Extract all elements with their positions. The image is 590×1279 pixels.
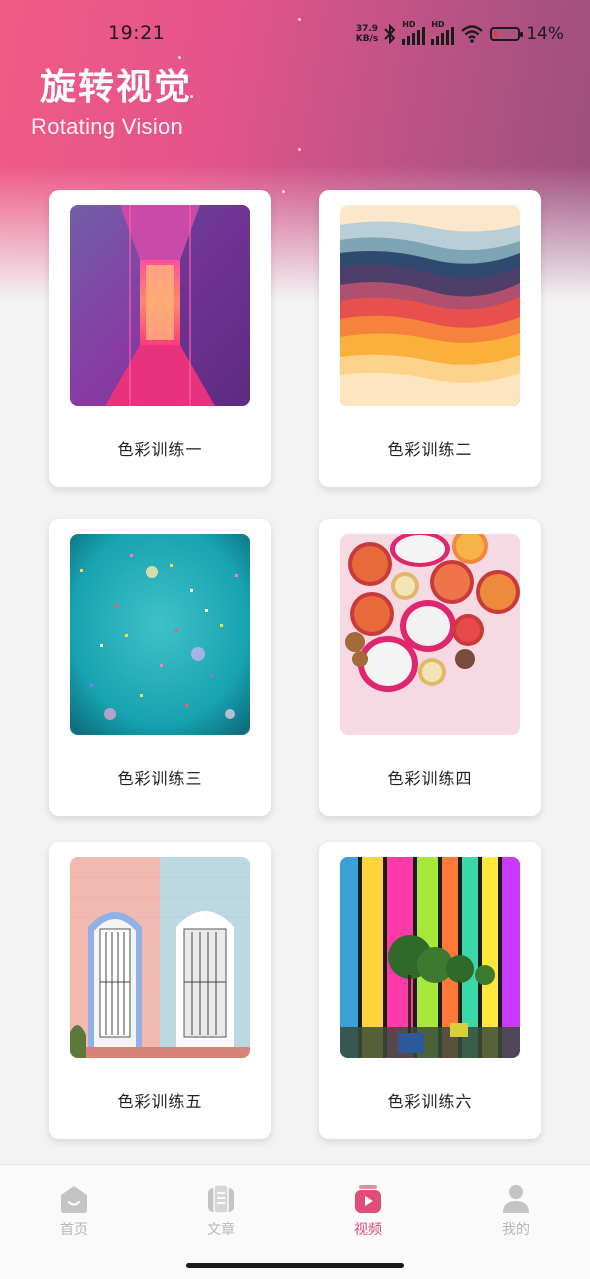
battery-level-fill bbox=[494, 31, 498, 37]
cellular-signal-2-icon: HD bbox=[431, 20, 455, 45]
sim2-hd-label: HD bbox=[431, 20, 445, 29]
thumbnail-layered-color-waves bbox=[340, 205, 520, 406]
card-label: 色彩训练二 bbox=[387, 440, 473, 459]
sim1-hd-label: HD bbox=[402, 20, 416, 29]
card-label: 色彩训练四 bbox=[387, 769, 473, 788]
tab-label: 文章 bbox=[207, 1222, 235, 1238]
card-color-training-1[interactable]: 色彩训练一 bbox=[49, 190, 271, 487]
sparkle bbox=[282, 190, 285, 193]
network-speed-unit: KB/s bbox=[355, 34, 379, 44]
thumbnail-pastel-doorways bbox=[70, 857, 250, 1058]
card-color-training-6[interactable]: 色彩训练六 bbox=[319, 842, 541, 1139]
cellular-signal-1-icon: HD bbox=[402, 20, 426, 45]
sparkle bbox=[298, 148, 301, 151]
battery-icon bbox=[490, 27, 524, 41]
card-label: 色彩训练三 bbox=[117, 769, 203, 788]
tab-label: 视频 bbox=[354, 1222, 382, 1238]
article-icon bbox=[208, 1184, 234, 1214]
battery-percent: 14% bbox=[526, 24, 564, 44]
card-label: 色彩训练一 bbox=[117, 440, 203, 459]
thumbnail-stained-glass-corridor bbox=[340, 857, 520, 1058]
tab-profile[interactable]: 我的 bbox=[476, 1183, 556, 1239]
status-icons: 37.9 KB/s HD HD 14% bbox=[356, 20, 564, 46]
tab-video[interactable]: 视频 bbox=[328, 1183, 408, 1239]
card-color-training-3[interactable]: 色彩训练三 bbox=[49, 519, 271, 816]
wifi-icon bbox=[461, 25, 484, 43]
status-time: 19:21 bbox=[108, 22, 166, 44]
card-color-training-5[interactable]: 色彩训练五 bbox=[49, 842, 271, 1139]
home-indicator[interactable] bbox=[186, 1263, 404, 1268]
network-speed-value: 37.9 bbox=[355, 24, 379, 34]
video-icon bbox=[355, 1185, 381, 1213]
card-label: 色彩训练六 bbox=[387, 1092, 473, 1111]
tab-home[interactable]: 首页 bbox=[34, 1183, 114, 1239]
tab-label: 首页 bbox=[60, 1222, 88, 1238]
tab-label: 我的 bbox=[502, 1222, 530, 1238]
card-label: 色彩训练五 bbox=[117, 1092, 203, 1111]
app-subtitle: Rotating Vision bbox=[31, 114, 184, 139]
bottom-tab-bar: 首页 文章 视频 我的 bbox=[0, 1164, 590, 1279]
thumbnail-neon-corridor bbox=[70, 205, 250, 406]
bluetooth-icon bbox=[384, 24, 396, 44]
thumbnail-confetti-on-teal bbox=[70, 534, 250, 735]
network-speed: 37.9 KB/s bbox=[356, 24, 378, 44]
card-color-training-4[interactable]: 色彩训练四 bbox=[319, 519, 541, 816]
home-icon bbox=[61, 1186, 87, 1213]
card-color-training-2[interactable]: 色彩训练二 bbox=[319, 190, 541, 487]
tab-articles[interactable]: 文章 bbox=[181, 1183, 261, 1239]
profile-icon bbox=[503, 1185, 529, 1213]
thumbnail-citrus-and-dragonfruit bbox=[340, 534, 520, 735]
app-title: 旋转视觉 bbox=[40, 66, 193, 108]
